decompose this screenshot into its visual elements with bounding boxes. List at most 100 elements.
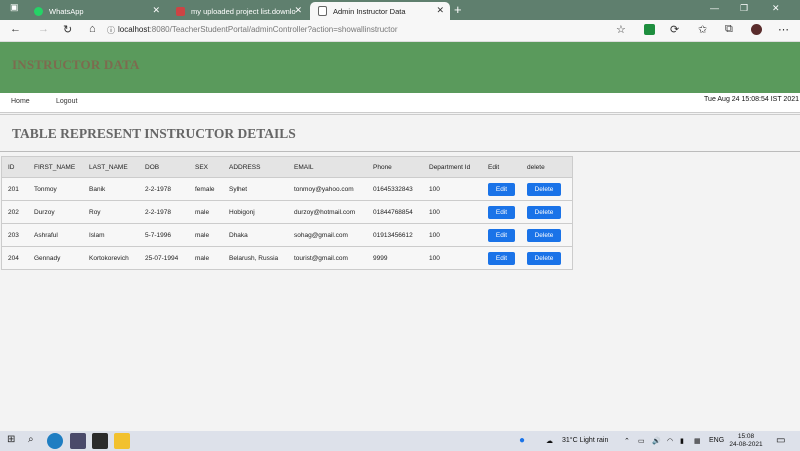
- column-header: ADDRESS: [223, 156, 288, 178]
- nav-bar: Home Logout Tue Aug 24 15:08:54 IST 2021: [0, 93, 800, 113]
- cell-dob: 5-7-1996: [139, 223, 189, 247]
- nav-home-link[interactable]: Home: [11, 98, 30, 105]
- tab-label: my uploaded project list.downlo: [191, 6, 296, 16]
- delete-cell: Delete: [521, 177, 573, 201]
- file-explorer-icon[interactable]: [114, 433, 130, 449]
- column-header: SEX: [189, 156, 223, 178]
- banner-title: INSTRUCTOR DATA: [12, 57, 140, 72]
- edge-icon[interactable]: [47, 433, 63, 449]
- cell-first-name: Tonmoy: [28, 177, 83, 201]
- collections-icon[interactable]: ⧉: [725, 23, 733, 36]
- edit-cell: Edit: [482, 223, 521, 247]
- search-icon[interactable]: ⌕: [28, 434, 34, 445]
- favorite-icon[interactable]: ☆: [616, 23, 626, 36]
- cell-address: Sylhet: [223, 177, 288, 201]
- edit-cell: Edit: [482, 246, 521, 270]
- close-tab-icon[interactable]: ✕: [152, 5, 160, 16]
- column-header: Phone: [367, 156, 423, 178]
- cell-id: 201: [1, 177, 28, 201]
- column-header: ID: [1, 156, 28, 178]
- close-tab-icon[interactable]: ✕: [294, 5, 302, 16]
- cell-first-name: Ashraful: [28, 223, 83, 247]
- favorites-icon[interactable]: ✩: [698, 23, 707, 36]
- close-tab-icon[interactable]: ✕: [436, 5, 444, 16]
- table-header-row: ID FIRST_NAME LAST_NAME DOB SEX ADDRESS …: [1, 156, 573, 178]
- tab-label: Admin Instructor Data: [333, 6, 406, 16]
- delete-button[interactable]: Delete: [527, 251, 561, 265]
- notification-icon[interactable]: ▭: [776, 435, 785, 446]
- forward-icon[interactable]: →: [38, 23, 49, 35]
- delete-cell: Delete: [521, 246, 573, 270]
- nav-logout-link[interactable]: Logout: [56, 98, 77, 105]
- network-icon[interactable]: ▭: [638, 437, 645, 445]
- cell-phone: 01844768854: [367, 200, 423, 224]
- extension-icon[interactable]: ⟳: [670, 23, 679, 36]
- edit-button[interactable]: Edit: [488, 228, 515, 242]
- close-window-icon[interactable]: ✕: [772, 3, 780, 14]
- cell-first-name: Gennady: [28, 246, 83, 270]
- edit-button[interactable]: Edit: [488, 205, 515, 219]
- volume-icon[interactable]: 🔊: [652, 437, 661, 445]
- cell-address: Hobigonj: [223, 200, 288, 224]
- home-icon[interactable]: ⌂: [89, 23, 96, 35]
- back-icon[interactable]: ←: [10, 23, 21, 35]
- refresh-icon[interactable]: ↻: [63, 23, 72, 36]
- tab-admin-instructor-data[interactable]: Admin Instructor Data ✕: [310, 2, 450, 20]
- column-header: EMAIL: [288, 156, 367, 178]
- cell-phone: 9999: [367, 246, 423, 270]
- delete-cell: Delete: [521, 200, 573, 224]
- delete-button[interactable]: Delete: [527, 228, 561, 242]
- table-row: 204 Gennady Kortokorevich 25-07-1994 mal…: [1, 246, 573, 270]
- cell-last-name: Kortokorevich: [83, 246, 139, 270]
- delete-button[interactable]: Delete: [527, 205, 561, 219]
- column-header: delete: [521, 156, 573, 178]
- settings-app-icon[interactable]: [70, 433, 86, 449]
- cell-email: tonmoy@yahoo.com: [288, 177, 367, 201]
- table-row: 202 Durzoy Roy 2-2-1978 male Hobigonj du…: [1, 200, 573, 224]
- battery-icon[interactable]: ▮: [680, 437, 684, 445]
- windows-start-icon[interactable]: ⊞: [7, 434, 15, 445]
- extension-icon[interactable]: [644, 24, 655, 35]
- edit-button[interactable]: Edit: [488, 182, 515, 196]
- cell-department-id: 100: [423, 177, 482, 201]
- tab-whatsapp[interactable]: WhatsApp ✕: [26, 2, 166, 20]
- cell-last-name: Islam: [83, 223, 139, 247]
- more-icon[interactable]: ⋯: [778, 23, 789, 36]
- cell-department-id: 100: [423, 223, 482, 247]
- cell-phone: 01645332843: [367, 177, 423, 201]
- clock-date: 24-08-2021: [729, 441, 763, 448]
- tab-project-list[interactable]: my uploaded project list.downlo ✕: [168, 2, 308, 20]
- url-host: localhost: [118, 25, 150, 34]
- cell-department-id: 100: [423, 246, 482, 270]
- page-icon: [318, 6, 327, 16]
- app-tray-icon[interactable]: ▦: [694, 437, 701, 445]
- cell-sex: male: [189, 200, 223, 224]
- terminal-icon[interactable]: [92, 433, 108, 449]
- minimize-icon[interactable]: —: [710, 3, 719, 13]
- taskbar-clock[interactable]: 15:08 24-08-2021: [726, 433, 766, 449]
- language-indicator[interactable]: ENG: [709, 437, 724, 444]
- address-bar[interactable]: localhost:8080/TeacherStudentPortal/admi…: [118, 25, 398, 34]
- wifi-icon[interactable]: ◠: [667, 437, 673, 445]
- column-header: LAST_NAME: [83, 156, 139, 178]
- weather-text[interactable]: 31°C Light rain: [562, 437, 608, 444]
- cell-sex: male: [189, 223, 223, 247]
- cell-email: tourist@gmail.com: [288, 246, 367, 270]
- avatar[interactable]: [751, 24, 762, 35]
- cell-phone: 01913456612: [367, 223, 423, 247]
- browser-tab-strip: ▣ WhatsApp ✕ my uploaded project list.do…: [0, 0, 800, 20]
- whatsapp-icon: [34, 6, 43, 16]
- delete-button[interactable]: Delete: [527, 182, 561, 196]
- edit-button[interactable]: Edit: [488, 251, 515, 265]
- edit-cell: Edit: [482, 177, 521, 201]
- cell-dob: 25-07-1994: [139, 246, 189, 270]
- info-icon[interactable]: ⓘ: [107, 25, 115, 36]
- tab-actions-icon[interactable]: ▣: [10, 2, 19, 13]
- new-tab-icon[interactable]: +: [454, 2, 462, 17]
- help-icon[interactable]: ●: [519, 435, 525, 446]
- restore-icon[interactable]: ❐: [740, 3, 748, 14]
- tray-chevron-icon[interactable]: ⌃: [624, 437, 630, 445]
- current-date: Tue Aug 24 15:08:54 IST 2021: [704, 96, 799, 103]
- tab-label: WhatsApp: [49, 6, 84, 16]
- divider: [0, 151, 800, 152]
